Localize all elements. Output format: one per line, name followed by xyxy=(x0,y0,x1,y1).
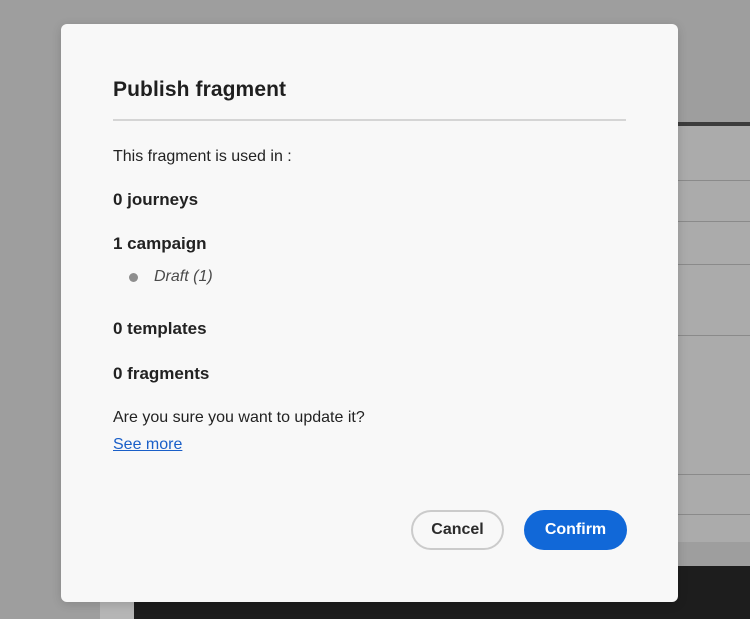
dialog-divider xyxy=(113,119,626,121)
campaign-list-item: Draft (1) xyxy=(129,268,213,286)
templates-count: 0 templates xyxy=(113,319,207,338)
campaign-item-label: Draft (1) xyxy=(154,268,213,285)
usage-intro-text: This fragment is used in : xyxy=(113,148,292,165)
campaigns-count: 1 campaign xyxy=(113,234,207,253)
fragments-count: 0 fragments xyxy=(113,364,210,383)
bullet-icon xyxy=(129,272,138,282)
confirmation-question: Are you sure you want to update it? xyxy=(113,409,365,426)
see-more-link[interactable]: See more xyxy=(113,436,182,454)
journeys-count: 0 journeys xyxy=(113,190,199,209)
dialog-title: Publish fragment xyxy=(113,78,287,101)
cancel-button[interactable]: Cancel xyxy=(411,510,504,550)
publish-fragment-dialog: Publish fragment This fragment is used i… xyxy=(61,24,678,602)
confirm-button[interactable]: Confirm xyxy=(524,510,627,550)
